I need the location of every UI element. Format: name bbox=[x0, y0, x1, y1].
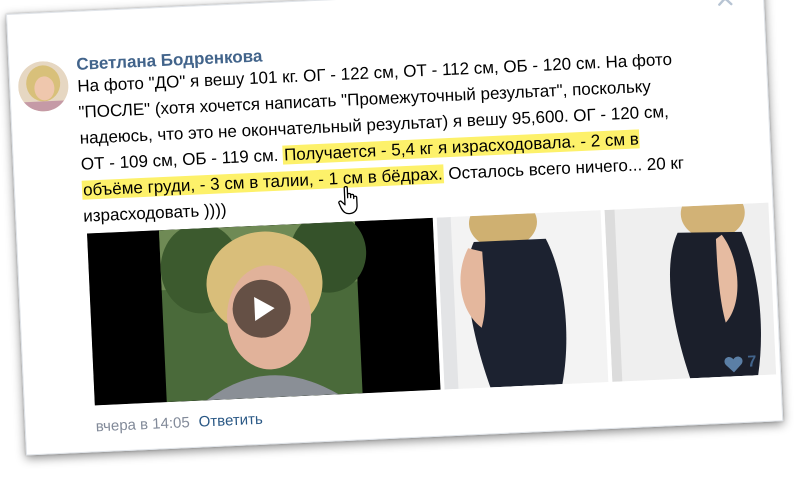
hand-cursor-icon bbox=[337, 185, 360, 216]
video-thumbnail[interactable] bbox=[87, 217, 441, 406]
photo-before[interactable] bbox=[436, 210, 609, 390]
comment-text-line: израсходовать )))) bbox=[82, 200, 227, 226]
attachments bbox=[87, 202, 777, 406]
screenshot-stage: Светлана Бодренкова На фото "ДО" я вешу … bbox=[0, 0, 800, 482]
like-count: 7 bbox=[747, 353, 757, 371]
close-icon[interactable] bbox=[712, 0, 737, 11]
comment-card: Светлана Бодренкова На фото "ДО" я вешу … bbox=[6, 0, 784, 456]
reply-button[interactable]: Ответить bbox=[198, 411, 263, 431]
comment-footer: вчера в 14:05 Ответить bbox=[95, 410, 263, 438]
like-button[interactable]: 7 bbox=[723, 350, 776, 374]
heart-icon bbox=[724, 356, 743, 373]
avatar[interactable] bbox=[17, 60, 70, 113]
timestamp[interactable]: вчера в 14:05 bbox=[95, 414, 190, 435]
